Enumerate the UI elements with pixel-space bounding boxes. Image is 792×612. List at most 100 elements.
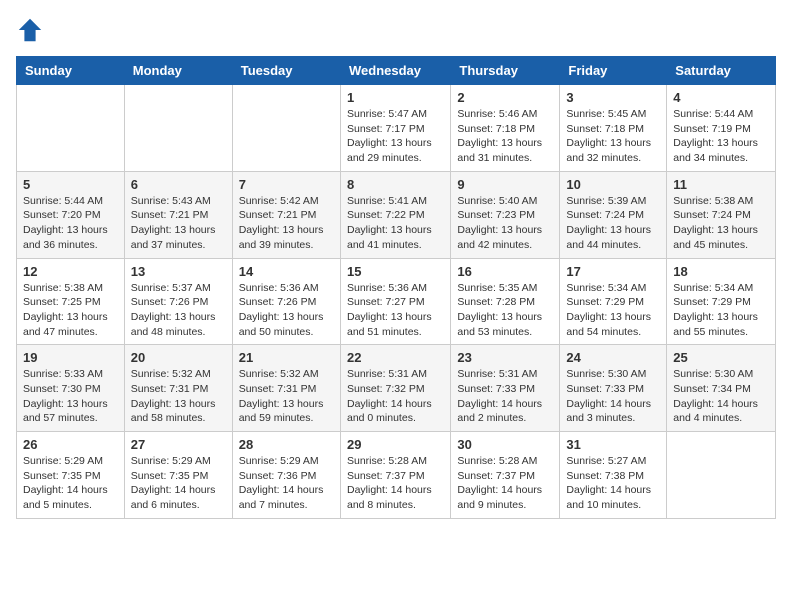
weekday-header-monday: Monday — [124, 57, 232, 85]
day-number: 30 — [457, 437, 553, 452]
day-info: Sunrise: 5:46 AM Sunset: 7:18 PM Dayligh… — [457, 107, 553, 166]
calendar-week-2: 5 Sunrise: 5:44 AM Sunset: 7:20 PM Daylig… — [17, 171, 776, 258]
day-info: Sunrise: 5:37 AM Sunset: 7:26 PM Dayligh… — [131, 281, 226, 340]
calendar-cell — [232, 85, 340, 172]
calendar-cell: 31 Sunrise: 5:27 AM Sunset: 7:38 PM Dayli… — [560, 432, 667, 519]
calendar-cell — [667, 432, 776, 519]
calendar-cell: 7 Sunrise: 5:42 AM Sunset: 7:21 PM Daylig… — [232, 171, 340, 258]
calendar-cell — [124, 85, 232, 172]
calendar-cell: 20Sunrise: 5:32 AM Sunset: 7:31 PM Dayli… — [124, 345, 232, 432]
day-number: 18 — [673, 264, 769, 279]
day-number: 2 — [457, 90, 553, 105]
day-info: Sunrise: 5:36 AM Sunset: 7:26 PM Dayligh… — [239, 281, 334, 340]
day-info: Sunrise: 5:39 AM Sunset: 7:24 PM Dayligh… — [566, 194, 660, 253]
day-info: Sunrise: 5:27 AM Sunset: 7:38 PM Dayligh… — [566, 454, 660, 513]
day-number: 6 — [131, 177, 226, 192]
calendar-cell: 26 Sunrise: 5:29 AM Sunset: 7:35 PM Dayli… — [17, 432, 125, 519]
calendar-cell: 17 Sunrise: 5:34 AM Sunset: 7:29 PM Dayli… — [560, 258, 667, 345]
day-info: Sunrise: 5:28 AM Sunset: 7:37 PM Dayligh… — [347, 454, 444, 513]
day-number: 20 — [131, 350, 226, 365]
day-number: 25 — [673, 350, 769, 365]
calendar-cell: 25 Sunrise: 5:30 AM Sunset: 7:34 PM Dayli… — [667, 345, 776, 432]
day-number: 24 — [566, 350, 660, 365]
day-info: Sunrise: 5:44 AM Sunset: 7:19 PM Dayligh… — [673, 107, 769, 166]
day-info: Sunrise: 5:35 AM Sunset: 7:28 PM Dayligh… — [457, 281, 553, 340]
day-info: Sunrise: 5:33 AM Sunset: 7:30 PM Dayligh… — [23, 367, 118, 426]
calendar-cell: 16 Sunrise: 5:35 AM Sunset: 7:28 PM Dayli… — [451, 258, 560, 345]
day-info: Sunrise: 5:31 AM Sunset: 7:33 PM Dayligh… — [457, 367, 553, 426]
day-number: 7 — [239, 177, 334, 192]
day-info: Sunrise: 5:32 AM Sunset: 7:31 PM Dayligh… — [239, 367, 334, 426]
day-info: Sunrise: 5:40 AM Sunset: 7:23 PM Dayligh… — [457, 194, 553, 253]
page-header — [16, 16, 776, 44]
day-info: Sunrise: 5:29 AM Sunset: 7:36 PM Dayligh… — [239, 454, 334, 513]
day-number: 23 — [457, 350, 553, 365]
weekday-header-friday: Friday — [560, 57, 667, 85]
calendar-cell: 18Sunrise: 5:34 AM Sunset: 7:29 PM Dayli… — [667, 258, 776, 345]
day-info: Sunrise: 5:47 AM Sunset: 7:17 PM Dayligh… — [347, 107, 444, 166]
weekday-header-wednesday: Wednesday — [340, 57, 450, 85]
day-number: 17 — [566, 264, 660, 279]
calendar-week-3: 12 Sunrise: 5:38 AM Sunset: 7:25 PM Dayli… — [17, 258, 776, 345]
calendar-cell: 24 Sunrise: 5:30 AM Sunset: 7:33 PM Dayli… — [560, 345, 667, 432]
calendar-week-4: 19 Sunrise: 5:33 AM Sunset: 7:30 PM Dayli… — [17, 345, 776, 432]
day-info: Sunrise: 5:29 AM Sunset: 7:35 PM Dayligh… — [131, 454, 226, 513]
weekday-header-tuesday: Tuesday — [232, 57, 340, 85]
weekday-header-saturday: Saturday — [667, 57, 776, 85]
day-info: Sunrise: 5:43 AM Sunset: 7:21 PM Dayligh… — [131, 194, 226, 253]
logo-icon — [16, 16, 44, 44]
calendar-cell: 4 Sunrise: 5:44 AM Sunset: 7:19 PM Daylig… — [667, 85, 776, 172]
day-info: Sunrise: 5:38 AM Sunset: 7:25 PM Dayligh… — [23, 281, 118, 340]
day-info: Sunrise: 5:30 AM Sunset: 7:34 PM Dayligh… — [673, 367, 769, 426]
day-number: 26 — [23, 437, 118, 452]
day-info: Sunrise: 5:38 AM Sunset: 7:24 PM Dayligh… — [673, 194, 769, 253]
day-number: 5 — [23, 177, 118, 192]
day-info: Sunrise: 5:42 AM Sunset: 7:21 PM Dayligh… — [239, 194, 334, 253]
calendar-cell: 12 Sunrise: 5:38 AM Sunset: 7:25 PM Dayli… — [17, 258, 125, 345]
weekday-header-sunday: Sunday — [17, 57, 125, 85]
day-number: 8 — [347, 177, 444, 192]
day-info: Sunrise: 5:36 AM Sunset: 7:27 PM Dayligh… — [347, 281, 444, 340]
day-number: 12 — [23, 264, 118, 279]
weekday-header-thursday: Thursday — [451, 57, 560, 85]
day-number: 31 — [566, 437, 660, 452]
calendar-cell: 30Sunrise: 5:28 AM Sunset: 7:37 PM Dayli… — [451, 432, 560, 519]
calendar-week-1: 1 Sunrise: 5:47 AM Sunset: 7:17 PM Daylig… — [17, 85, 776, 172]
day-number: 19 — [23, 350, 118, 365]
day-number: 3 — [566, 90, 660, 105]
calendar-cell: 22Sunrise: 5:31 AM Sunset: 7:32 PM Dayli… — [340, 345, 450, 432]
day-info: Sunrise: 5:34 AM Sunset: 7:29 PM Dayligh… — [566, 281, 660, 340]
day-number: 21 — [239, 350, 334, 365]
calendar-table: SundayMondayTuesdayWednesdayThursdayFrid… — [16, 56, 776, 519]
day-info: Sunrise: 5:30 AM Sunset: 7:33 PM Dayligh… — [566, 367, 660, 426]
weekday-header-row: SundayMondayTuesdayWednesdayThursdayFrid… — [17, 57, 776, 85]
day-number: 27 — [131, 437, 226, 452]
day-number: 9 — [457, 177, 553, 192]
calendar-cell: 13 Sunrise: 5:37 AM Sunset: 7:26 PM Dayli… — [124, 258, 232, 345]
calendar-cell: 8 Sunrise: 5:41 AM Sunset: 7:22 PM Daylig… — [340, 171, 450, 258]
day-info: Sunrise: 5:29 AM Sunset: 7:35 PM Dayligh… — [23, 454, 118, 513]
day-info: Sunrise: 5:44 AM Sunset: 7:20 PM Dayligh… — [23, 194, 118, 253]
calendar-cell: 2 Sunrise: 5:46 AM Sunset: 7:18 PM Daylig… — [451, 85, 560, 172]
day-number: 16 — [457, 264, 553, 279]
calendar-cell: 21 Sunrise: 5:32 AM Sunset: 7:31 PM Dayli… — [232, 345, 340, 432]
calendar-cell — [17, 85, 125, 172]
day-number: 1 — [347, 90, 444, 105]
calendar-cell: 29 Sunrise: 5:28 AM Sunset: 7:37 PM Dayli… — [340, 432, 450, 519]
calendar-cell: 5 Sunrise: 5:44 AM Sunset: 7:20 PM Daylig… — [17, 171, 125, 258]
day-number: 29 — [347, 437, 444, 452]
day-number: 11 — [673, 177, 769, 192]
calendar-cell: 3Sunrise: 5:45 AM Sunset: 7:18 PM Daylig… — [560, 85, 667, 172]
day-number: 13 — [131, 264, 226, 279]
calendar-cell: 23 Sunrise: 5:31 AM Sunset: 7:33 PM Dayli… — [451, 345, 560, 432]
day-info: Sunrise: 5:41 AM Sunset: 7:22 PM Dayligh… — [347, 194, 444, 253]
calendar-cell: 28Sunrise: 5:29 AM Sunset: 7:36 PM Dayli… — [232, 432, 340, 519]
day-number: 15 — [347, 264, 444, 279]
calendar-cell: 19 Sunrise: 5:33 AM Sunset: 7:30 PM Dayli… — [17, 345, 125, 432]
calendar-cell: 27 Sunrise: 5:29 AM Sunset: 7:35 PM Dayli… — [124, 432, 232, 519]
calendar-cell: 10 Sunrise: 5:39 AM Sunset: 7:24 PM Dayli… — [560, 171, 667, 258]
calendar-cell: 1 Sunrise: 5:47 AM Sunset: 7:17 PM Daylig… — [340, 85, 450, 172]
day-info: Sunrise: 5:31 AM Sunset: 7:32 PM Dayligh… — [347, 367, 444, 426]
day-number: 10 — [566, 177, 660, 192]
day-number: 4 — [673, 90, 769, 105]
